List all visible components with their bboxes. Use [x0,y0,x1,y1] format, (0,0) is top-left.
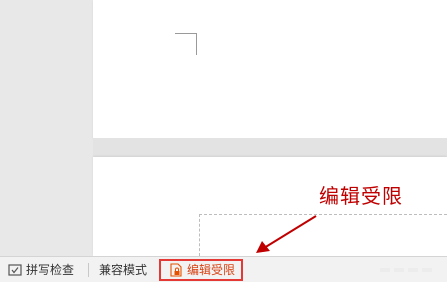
compat-mode-label: 兼容模式 [99,263,148,277]
spell-check-label: 拼写检查 [26,263,75,277]
page-gap [93,138,447,157]
status-divider [88,262,90,277]
edit-restrict-button[interactable]: 编辑受限 [159,258,244,281]
status-bar: 拼写检查 兼容模式 编辑受限 [0,256,447,282]
spell-check-icon [8,263,22,277]
page-corner-marker [175,33,197,55]
document-page-previous[interactable] [93,0,447,138]
annotation-arrow-icon [256,215,317,253]
annotation-label: 编辑受限 [319,184,403,208]
compat-mode-button[interactable]: 兼容模式 [95,260,151,280]
status-indicators [380,268,432,272]
document-canvas[interactable]: 编辑受限 [0,0,447,256]
spell-check-button[interactable]: 拼写检查 [4,260,78,280]
lock-document-icon [169,262,183,277]
edit-restrict-label: 编辑受限 [187,263,236,277]
